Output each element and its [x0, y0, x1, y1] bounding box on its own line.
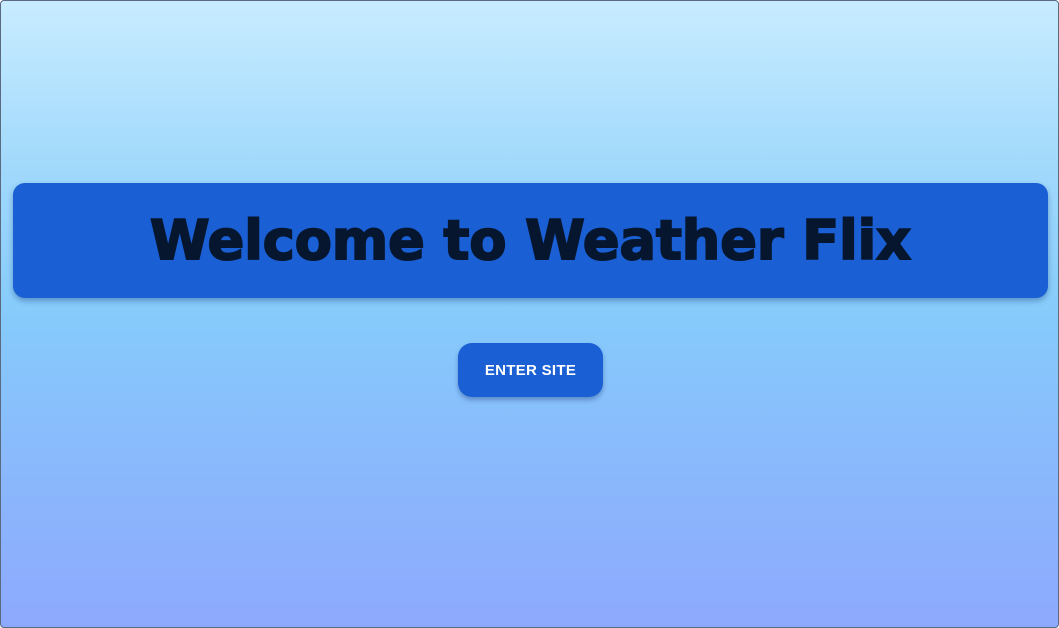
enter-site-button[interactable]: ENTER SITE	[458, 343, 603, 397]
title-banner: Welcome to Weather Flix	[13, 183, 1048, 298]
welcome-page: Welcome to Weather Flix ENTER SITE	[0, 0, 1059, 628]
page-title: Welcome to Weather Flix	[149, 208, 912, 272]
